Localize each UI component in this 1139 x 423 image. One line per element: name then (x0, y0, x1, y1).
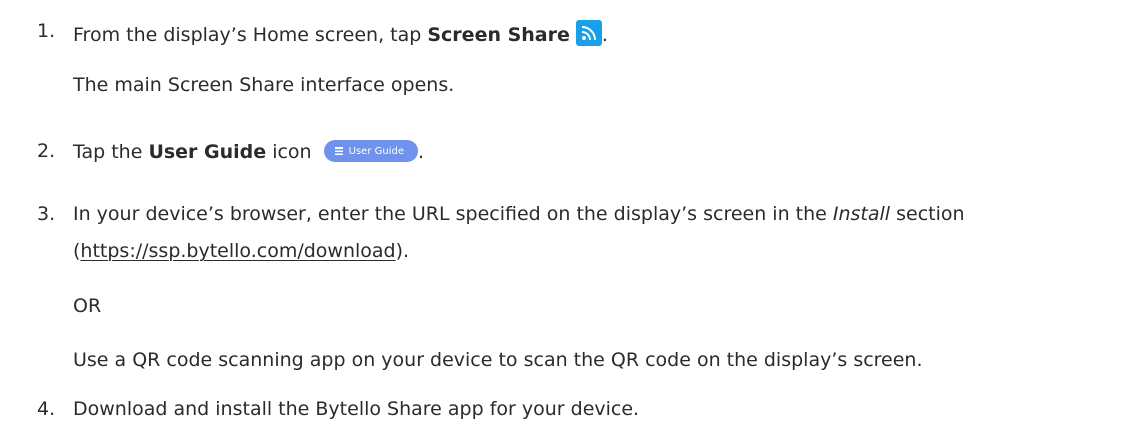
install-section-label: Install (832, 203, 891, 225)
step-text: From the display’s Home screen, tap Scre… (73, 20, 608, 46)
step-text: In your device’s browser, enter the URL … (73, 203, 965, 225)
or-separator: OR (73, 295, 102, 317)
user-guide-icon: User Guide (323, 140, 418, 162)
step-1-result: The main Screen Share interface opens. (73, 74, 455, 96)
step-number: 1. (37, 20, 56, 42)
step-number: 2. (37, 140, 56, 162)
step-text: Download and install the Bytello Share a… (73, 398, 640, 420)
step-3-url-line: (https://ssp.bytello.com/download). (73, 240, 410, 262)
book-icon (334, 147, 343, 155)
step-number: 3. (37, 203, 56, 225)
screen-share-label: Screen Share (427, 24, 570, 46)
step-number: 4. (37, 398, 56, 420)
screen-share-icon (575, 20, 602, 46)
step-text: Tap the User Guide icon User Guide. (73, 140, 425, 163)
step-3-alternative: Use a QR code scanning app on your devic… (73, 349, 923, 371)
user-guide-label: User Guide (148, 141, 267, 163)
download-link[interactable]: https://ssp.bytello.com/download (80, 240, 395, 262)
